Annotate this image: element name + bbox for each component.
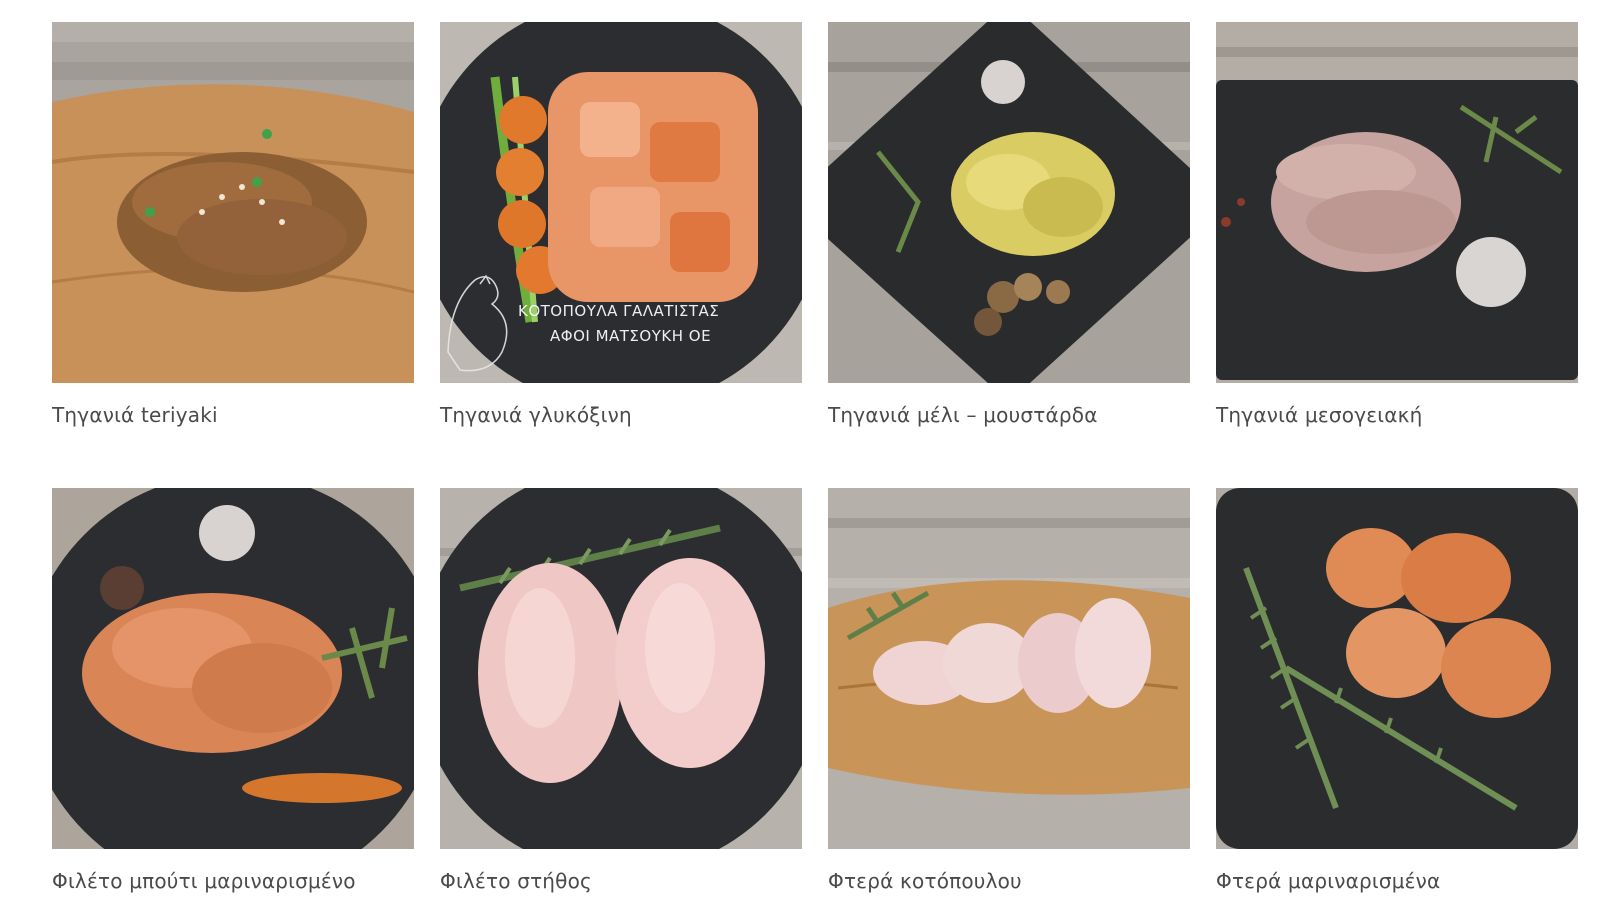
product-image-breast-fillet[interactable] bbox=[440, 488, 802, 849]
product-title[interactable]: Τηγανιά μεσογειακή bbox=[1216, 403, 1578, 427]
product-image-chicken-wings[interactable] bbox=[828, 488, 1190, 849]
product-grid: Τηγανιά teriyaki ΚΟΤΟΠΟΥΛΑ ΓΑΛΑΤΙΣΤΑΣ ΑΦ… bbox=[0, 0, 1600, 899]
product-title[interactable]: Φτερά κοτόπουλου bbox=[828, 869, 1190, 893]
product-title[interactable]: Φτερά μαριναρισμένα bbox=[1216, 869, 1578, 893]
product-card-breast-fillet[interactable]: Φιλέτο στήθος bbox=[440, 488, 802, 893]
product-title[interactable]: Τηγανιά μέλι – μουστάρδα bbox=[828, 403, 1190, 427]
product-card-chicken-wings[interactable]: Φτερά κοτόπουλου bbox=[828, 488, 1190, 893]
product-card-teriyaki[interactable]: Τηγανιά teriyaki bbox=[52, 22, 414, 427]
product-card-mediterranean[interactable]: Τηγανιά μεσογειακή bbox=[1216, 22, 1578, 427]
product-card-marinated-thigh-fillet[interactable]: Φιλέτο μπούτι μαριναρισμένο bbox=[52, 488, 414, 893]
product-image-teriyaki[interactable] bbox=[52, 22, 414, 383]
product-card-sweet-sour[interactable]: ΚΟΤΟΠΟΥΛΑ ΓΑΛΑΤΙΣΤΑΣ ΑΦΟΙ ΜΑΤΣΟΥΚΗ ΟΕ Τη… bbox=[440, 22, 802, 427]
product-image-sweet-sour[interactable]: ΚΟΤΟΠΟΥΛΑ ΓΑΛΑΤΙΣΤΑΣ ΑΦΟΙ ΜΑΤΣΟΥΚΗ ΟΕ bbox=[440, 22, 802, 383]
product-title[interactable]: Φιλέτο μπούτι μαριναρισμένο bbox=[52, 869, 414, 893]
product-card-honey-mustard[interactable]: Τηγανιά μέλι – μουστάρδα bbox=[828, 22, 1190, 427]
product-title[interactable]: Φιλέτο στήθος bbox=[440, 869, 802, 893]
product-card-marinated-wings[interactable]: Φτερά μαριναρισμένα bbox=[1216, 488, 1578, 893]
product-image-mediterranean[interactable] bbox=[1216, 22, 1578, 383]
product-title[interactable]: Τηγανιά γλυκόξινη bbox=[440, 403, 802, 427]
product-image-honey-mustard[interactable] bbox=[828, 22, 1190, 383]
product-title[interactable]: Τηγανιά teriyaki bbox=[52, 403, 414, 427]
product-image-marinated-wings[interactable] bbox=[1216, 488, 1578, 849]
product-image-marinated-thigh-fillet[interactable] bbox=[52, 488, 414, 849]
